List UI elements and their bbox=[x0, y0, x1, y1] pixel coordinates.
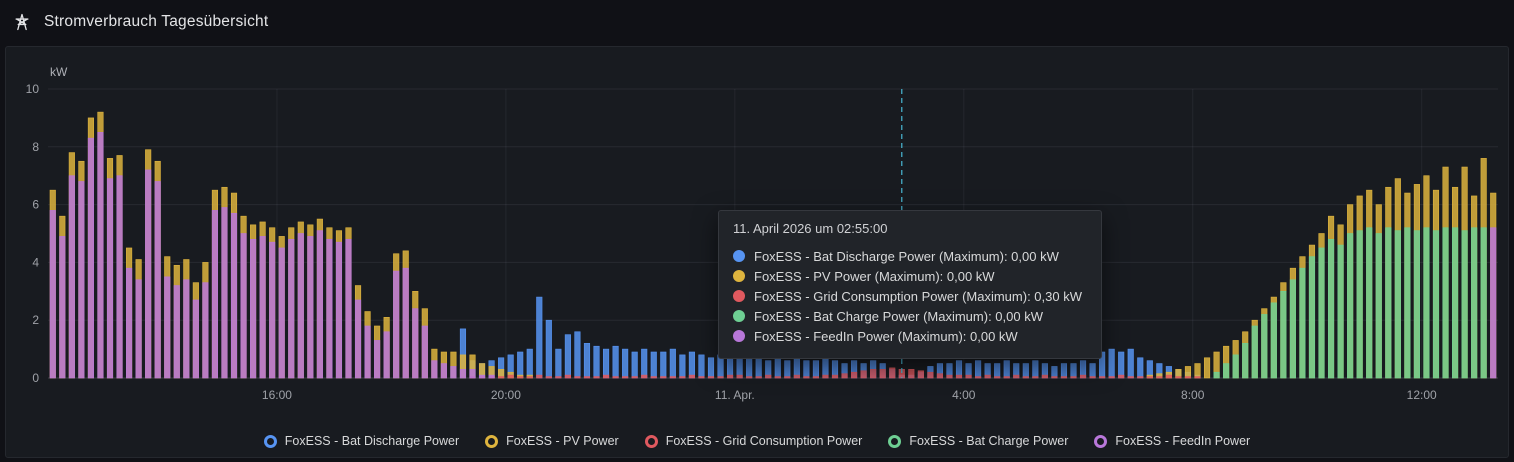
tooltip-row-label: FoxESS - Bat Discharge Power (Maximum): … bbox=[754, 249, 1059, 264]
y-axis-tick: 2 bbox=[32, 313, 39, 327]
legend-marker-icon bbox=[264, 435, 277, 448]
legend-label: FoxESS - Bat Discharge Power bbox=[285, 434, 459, 448]
series-color-dot-icon bbox=[733, 270, 745, 282]
page-title: Stromverbrauch Tagesübersicht bbox=[44, 13, 268, 31]
y-axis-tick: 4 bbox=[32, 255, 39, 269]
legend-label: FoxESS - Grid Consumption Power bbox=[666, 434, 863, 448]
series-color-dot-icon bbox=[733, 250, 745, 262]
tooltip-row: FoxESS - PV Power (Maximum): 0,00 kW bbox=[733, 266, 1087, 286]
y-axis-tick: 6 bbox=[32, 198, 39, 212]
tooltip-row: FoxESS - Grid Consumption Power (Maximum… bbox=[733, 286, 1087, 306]
legend-item[interactable]: FoxESS - Bat Discharge Power bbox=[264, 434, 459, 448]
tooltip-row: FoxESS - FeedIn Power (Maximum): 0,00 kW bbox=[733, 326, 1087, 346]
series-color-dot-icon bbox=[733, 330, 745, 342]
dashboard-header: Stromverbrauch Tagesübersicht bbox=[0, 0, 1514, 44]
tooltip-row-label: FoxESS - Bat Charge Power (Maximum): 0,0… bbox=[754, 309, 1043, 324]
tooltip-row: FoxESS - Bat Charge Power (Maximum): 0,0… bbox=[733, 306, 1087, 326]
series-bars-foxess-bat-charge-power bbox=[1214, 228, 1487, 378]
x-axis-tick: 20:00 bbox=[491, 388, 521, 402]
x-axis-tick: 16:00 bbox=[262, 388, 292, 402]
y-axis-tick: 10 bbox=[26, 82, 40, 96]
legend-label: FoxESS - Bat Charge Power bbox=[909, 434, 1068, 448]
power-tower-icon bbox=[12, 12, 32, 32]
tooltip-row-label: FoxESS - Grid Consumption Power (Maximum… bbox=[754, 289, 1082, 304]
legend-marker-icon bbox=[888, 435, 901, 448]
y-axis-tick: 0 bbox=[32, 371, 39, 385]
legend-label: FoxESS - PV Power bbox=[506, 434, 619, 448]
x-axis-tick: 4:00 bbox=[952, 388, 976, 402]
series-color-dot-icon bbox=[733, 290, 745, 302]
legend-item[interactable]: FoxESS - PV Power bbox=[485, 434, 619, 448]
legend-label: FoxESS - FeedIn Power bbox=[1115, 434, 1250, 448]
series-color-dot-icon bbox=[733, 310, 745, 322]
legend-marker-icon bbox=[645, 435, 658, 448]
chart-panel: kW 0 2 4 6 8 10 16:00 20:00 11. Apr. 4:00 8:00 12:0… bbox=[5, 46, 1509, 458]
chart-legend: FoxESS - Bat Discharge Power FoxESS - PV … bbox=[6, 434, 1508, 448]
x-axis-tick: 8:00 bbox=[1181, 388, 1205, 402]
legend-item[interactable]: FoxESS - Grid Consumption Power bbox=[645, 434, 863, 448]
y-axis-tick: 8 bbox=[32, 140, 39, 154]
tooltip-row-label: FoxESS - FeedIn Power (Maximum): 0,00 kW bbox=[754, 329, 1018, 344]
legend-item[interactable]: FoxESS - Bat Charge Power bbox=[888, 434, 1068, 448]
x-axis-tick: 11. Apr. bbox=[715, 388, 755, 402]
x-axis-tick: 12:00 bbox=[1407, 388, 1437, 402]
legend-marker-icon bbox=[1094, 435, 1107, 448]
legend-item[interactable]: FoxESS - FeedIn Power bbox=[1094, 434, 1250, 448]
tooltip-row: FoxESS - Bat Discharge Power (Maximum): … bbox=[733, 246, 1087, 266]
chart-tooltip: 11. April 2026 um 02:55:00 FoxESS - Bat … bbox=[718, 210, 1102, 359]
legend-marker-icon bbox=[485, 435, 498, 448]
tooltip-row-label: FoxESS - PV Power (Maximum): 0,00 kW bbox=[754, 269, 995, 284]
y-axis-unit: kW bbox=[50, 65, 67, 79]
tooltip-title: 11. April 2026 um 02:55:00 bbox=[733, 221, 1087, 236]
